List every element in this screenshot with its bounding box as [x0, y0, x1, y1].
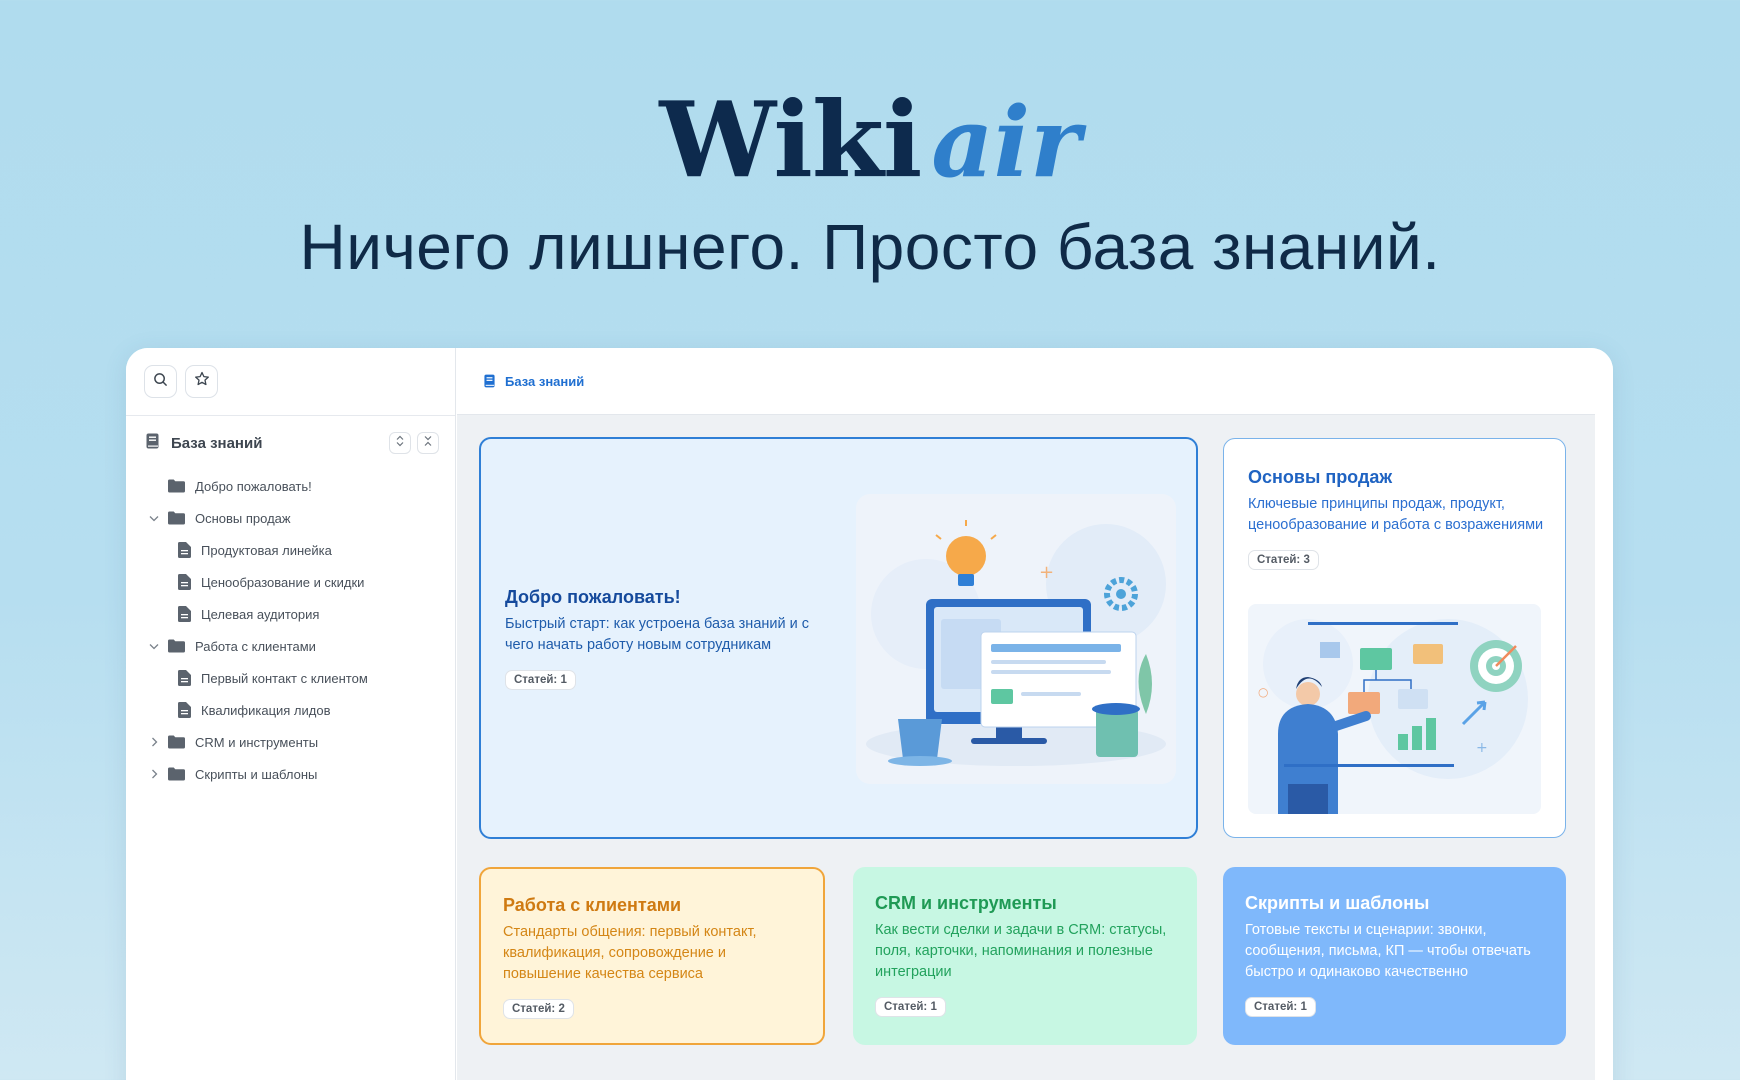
article-count-badge: Статей: 2	[503, 999, 574, 1019]
sidebar-item-clients[interactable]: Работа с клиентами	[126, 630, 455, 662]
card-title: Скрипты и шаблоны	[1245, 893, 1430, 913]
folder-icon	[168, 511, 185, 525]
sidebar-item-pricing[interactable]: Ценообразование и скидки	[126, 566, 455, 598]
sidebar-toolbar	[126, 348, 455, 416]
sidebar-item-label: CRM и инструменты	[195, 734, 319, 750]
sidebar: База знаний Добро пожаловать! Основы про…	[126, 348, 456, 1080]
sidebar-item-first-contact[interactable]: Первый контакт с клиентом	[126, 662, 455, 694]
search-button[interactable]	[144, 365, 177, 398]
logo-air-text: air	[931, 86, 1081, 199]
card-title: Добро пожаловать!	[505, 587, 681, 607]
chevron-right-icon[interactable]	[146, 737, 162, 747]
chevron-right-icon[interactable]	[146, 769, 162, 779]
card-description: Стандарты общения: первый контакт, квали…	[503, 924, 757, 982]
sidebar-item-audience[interactable]: Целевая аудитория	[126, 598, 455, 630]
logo-wiki-text: Wiki	[659, 78, 922, 201]
card-title: Работа с клиентами	[503, 895, 682, 915]
card-text: Добро пожаловать! Быстрый старт: как уст…	[505, 587, 820, 690]
svg-text:+: +	[1039, 562, 1054, 583]
sidebar-item-scripts[interactable]: Скрипты и шаблоны	[126, 758, 455, 790]
card-text: CRM и инструменты Как вести сделки и зад…	[875, 893, 1175, 1017]
card-description: Ключевые принципы продаж, продукт, ценоо…	[1248, 496, 1544, 533]
card-title: Основы продаж	[1248, 467, 1393, 487]
sidebar-item-label: Ценообразование и скидки	[201, 574, 365, 590]
app-window: База знаний Добро пожаловать! Основы про…	[126, 348, 1613, 1080]
folder-icon	[168, 479, 185, 493]
card-text: Скрипты и шаблоны Готовые тексты и сцена…	[1245, 893, 1545, 1017]
sales-illustration: ○ +	[1248, 604, 1541, 814]
article-count-badge: Статей: 1	[505, 670, 576, 690]
expand-icon	[395, 434, 405, 452]
card-description: Как вести сделки и задачи в CRM: статусы…	[875, 922, 1167, 980]
card-description: Быстрый старт: как устроена база знаний …	[505, 616, 809, 653]
article-count-badge: Статей: 1	[875, 997, 946, 1017]
sidebar-item-crm[interactable]: CRM и инструменты	[126, 726, 455, 758]
sidebar-item-label: Основы продаж	[195, 510, 291, 526]
cards-grid: Добро пожаловать! Быстрый старт: как уст…	[457, 414, 1595, 1080]
card-clients[interactable]: Работа с клиентами Стандарты общения: пе…	[479, 867, 825, 1045]
svg-text:○: ○	[1258, 685, 1268, 699]
sidebar-item-label: Скрипты и шаблоны	[195, 766, 318, 782]
book-icon	[484, 374, 495, 388]
document-icon	[178, 670, 191, 686]
document-icon	[178, 702, 191, 718]
card-sales[interactable]: Основы продаж Ключевые принципы продаж, …	[1223, 438, 1566, 838]
chevron-down-icon[interactable]	[146, 515, 162, 522]
sidebar-item-sales[interactable]: Основы продаж	[126, 502, 455, 534]
welcome-illustration: +	[856, 494, 1176, 784]
card-title: CRM и инструменты	[875, 893, 1057, 913]
card-scripts[interactable]: Скрипты и шаблоны Готовые тексты и сцена…	[1223, 867, 1566, 1045]
card-description: Готовые тексты и сценарии: звонки, сообщ…	[1245, 922, 1531, 980]
card-crm[interactable]: CRM и инструменты Как вести сделки и зад…	[853, 867, 1197, 1045]
sidebar-section-header: База знаний	[146, 428, 439, 458]
book-icon	[146, 433, 159, 454]
folder-icon	[168, 735, 185, 749]
document-icon	[178, 542, 191, 558]
sidebar-item-lead-qualification[interactable]: Квалификация лидов	[126, 694, 455, 726]
expand-all-button[interactable]	[389, 432, 411, 454]
folder-icon	[168, 639, 185, 653]
article-count-badge: Статей: 3	[1248, 550, 1319, 570]
favorites-button[interactable]	[185, 365, 218, 398]
sidebar-tree: Добро пожаловать! Основы продаж Продукто…	[126, 470, 455, 790]
sidebar-item-label: Целевая аудитория	[201, 606, 320, 622]
sidebar-item-product-line[interactable]: Продуктовая линейка	[126, 534, 455, 566]
main-area: База знаний Добро пожаловать! Быстрый ст…	[457, 348, 1613, 1080]
card-text: Основы продаж Ключевые принципы продаж, …	[1248, 467, 1548, 570]
breadcrumb[interactable]: База знаний	[457, 348, 1613, 414]
star-icon	[194, 371, 210, 392]
collapse-all-button[interactable]	[417, 432, 439, 454]
wiki-air-logo: Wiki air	[0, 78, 1740, 201]
search-icon	[153, 372, 168, 392]
breadcrumb-label: База знаний	[505, 373, 585, 389]
collapse-icon	[423, 434, 433, 452]
sidebar-item-label: Продуктовая линейка	[201, 542, 332, 558]
sidebar-item-label: Квалификация лидов	[201, 702, 331, 718]
article-count-badge: Статей: 1	[1245, 997, 1316, 1017]
sidebar-item-welcome[interactable]: Добро пожаловать!	[126, 470, 455, 502]
card-welcome[interactable]: Добро пожаловать! Быстрый старт: как уст…	[479, 437, 1198, 839]
folder-icon	[168, 767, 185, 781]
sidebar-item-label: Работа с клиентами	[195, 638, 316, 654]
document-icon	[178, 574, 191, 590]
sidebar-item-label: Добро пожаловать!	[195, 478, 312, 494]
hero-tagline: Ничего лишнего. Просто база знаний.	[299, 211, 1441, 283]
card-text: Работа с клиентами Стандарты общения: пе…	[503, 895, 803, 1019]
chevron-down-icon[interactable]	[146, 643, 162, 650]
sidebar-section-title: База знаний	[171, 434, 263, 452]
sidebar-item-label: Первый контакт с клиентом	[201, 670, 368, 686]
svg-text:+: +	[1476, 740, 1488, 756]
document-icon	[178, 606, 191, 622]
